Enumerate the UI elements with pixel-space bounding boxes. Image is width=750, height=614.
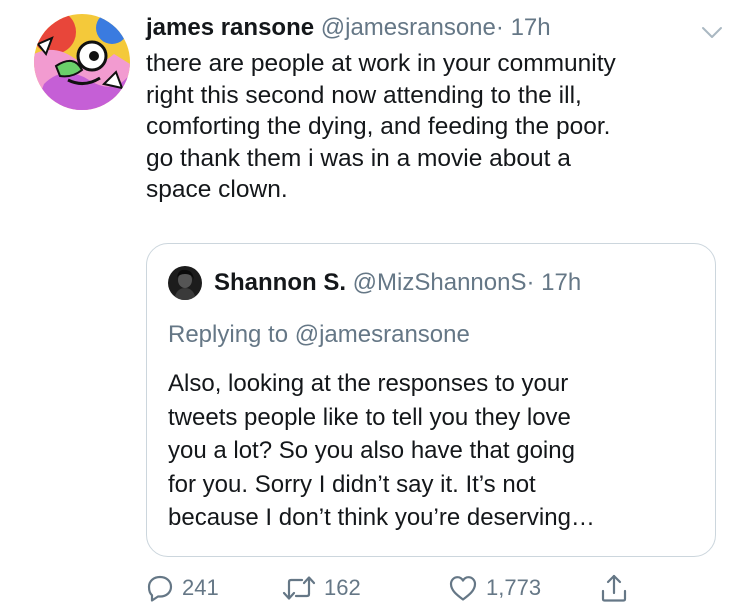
- tweet-text-line: comforting the dying, and feeding the po…: [146, 113, 611, 140]
- chevron-down-icon: [702, 27, 722, 38]
- quoted-author-name: Shannon S.: [214, 269, 346, 296]
- user-avatar-icon: [168, 266, 202, 300]
- heart-icon: [449, 576, 477, 601]
- retweet-count: 162: [324, 575, 361, 600]
- like-count: 1,773: [486, 575, 542, 600]
- author-name[interactable]: james ransone: [146, 14, 314, 41]
- tweet-text-line: right this second now attending to the i…: [146, 81, 582, 109]
- tweet-timestamp[interactable]: 17h: [511, 14, 551, 41]
- tweet-text-line: go thank them i was in a movie about a: [146, 144, 571, 172]
- quoted-author-avatar: [168, 266, 202, 300]
- retweet-icon: [282, 576, 316, 600]
- quoted-text-line: because I don’t think you’re deserving…: [168, 504, 595, 531]
- retweet-button[interactable]: 162: [282, 570, 361, 606]
- quoted-tweet-timestamp: 17h: [541, 269, 582, 296]
- quoted-tweet-header: Shannon S. @MizShannonS· 17h: [214, 268, 581, 298]
- reply-icon: [147, 575, 173, 602]
- tweet-text-line: space clown.: [146, 176, 288, 203]
- share-button[interactable]: [600, 570, 628, 606]
- replying-to-label: Replying to @jamesransone: [168, 321, 470, 348]
- reply-count: 241: [182, 575, 219, 600]
- cartoon-avatar-icon: [34, 14, 130, 110]
- quoted-tweet[interactable]: Shannon S. @MizShannonS· 17h Replying to…: [146, 243, 716, 557]
- tweet-header: james ransone @jamesransone· 17h: [146, 12, 551, 44]
- quoted-author-handle: @MizShannonS: [352, 269, 527, 296]
- tweet-actions: 241 162 1,773: [146, 570, 706, 606]
- tweet-text-line: there are people at work in your communi…: [146, 50, 616, 77]
- author-avatar[interactable]: [34, 14, 130, 110]
- separator-dot: ·: [526, 269, 535, 296]
- like-button[interactable]: 1,773: [448, 570, 541, 606]
- quoted-text-line: tweets people like to tell you they love: [168, 403, 571, 431]
- author-handle[interactable]: @jamesransone: [321, 14, 496, 41]
- tweet: james ransone @jamesransone· 17h there a…: [0, 0, 750, 614]
- quoted-text-line: you a lot? So you also have that going: [168, 437, 575, 464]
- tweet-text: there are people at work in your communi…: [146, 48, 726, 206]
- quoted-text-line: Also, looking at the responses to your: [168, 370, 569, 397]
- separator-dot: ·: [495, 14, 504, 41]
- share-icon: [601, 574, 627, 602]
- quoted-text-line: for you. Sorry I didn’t say it. It’s not: [168, 470, 536, 498]
- tweet-menu-button[interactable]: [701, 26, 723, 40]
- reply-button[interactable]: 241: [146, 570, 219, 606]
- quoted-tweet-text: Also, looking at the responses to your t…: [168, 367, 595, 535]
